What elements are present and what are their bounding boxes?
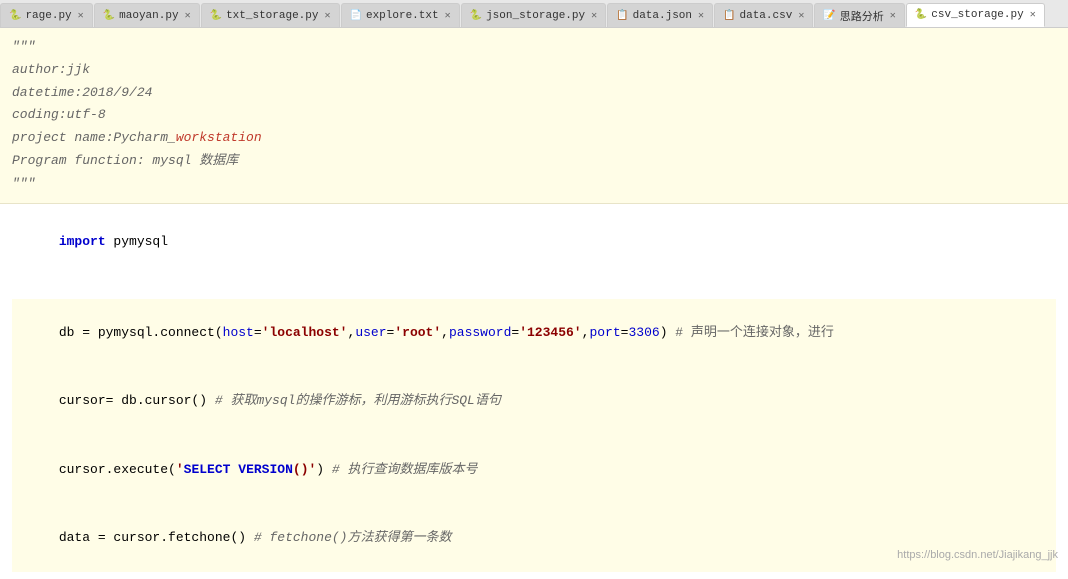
print-version-line: print('Database version',data) bbox=[12, 572, 1056, 579]
tab-data-csv[interactable]: 📋 data.csv ✕ bbox=[714, 3, 813, 27]
comment-function: Program function: mysql 数据库 bbox=[12, 150, 1056, 173]
tab-silu[interactable]: 📝 思路分析 ✕ bbox=[814, 3, 904, 27]
db-connect-line: db = pymysql.connect(host='localhost',us… bbox=[12, 299, 1056, 367]
tab-maoyan-label: maoyan.py bbox=[119, 10, 178, 22]
tab-csv-storage[interactable]: 🐍 csv_storage.py ✕ bbox=[906, 3, 1045, 27]
tab-explore[interactable]: 📄 explore.txt ✕ bbox=[341, 3, 460, 27]
tab-maoyan[interactable]: 🐍 maoyan.py ✕ bbox=[94, 3, 200, 27]
tab-silu-close[interactable]: ✕ bbox=[890, 10, 896, 22]
tab-data-json[interactable]: 📋 data.json ✕ bbox=[607, 3, 713, 27]
fetchone-line: data = cursor.fetchone() # fetchone()方法获… bbox=[12, 504, 1056, 572]
comment-block: """ author:jjk datetime:2018/9/24 coding… bbox=[0, 28, 1068, 204]
execute-select-line: cursor.execute('SELECT VERSION()') # 执行查… bbox=[12, 436, 1056, 504]
tab-rage-icon: 🐍 bbox=[9, 10, 21, 22]
import-line: import pymysql bbox=[12, 208, 1056, 276]
tab-rage-close[interactable]: ✕ bbox=[78, 10, 84, 22]
tab-csv-storage-close[interactable]: ✕ bbox=[1030, 9, 1036, 21]
blank-1 bbox=[12, 277, 1056, 300]
triple-quote-close: """ bbox=[12, 173, 1056, 196]
tab-data-csv-icon: 📋 bbox=[723, 10, 735, 22]
tab-explore-icon: 📄 bbox=[350, 10, 362, 22]
tab-bar: 🐍 rage.py ✕ 🐍 maoyan.py ✕ 🐍 txt_storage.… bbox=[0, 0, 1068, 28]
tab-txt-close[interactable]: ✕ bbox=[324, 10, 330, 22]
comment-datetime: datetime:2018/9/24 bbox=[12, 82, 1056, 105]
tab-maoyan-close[interactable]: ✕ bbox=[185, 10, 191, 22]
tab-silu-icon: 📝 bbox=[823, 10, 835, 22]
tab-explore-label: explore.txt bbox=[366, 10, 439, 22]
comment-author: author:jjk bbox=[12, 59, 1056, 82]
tab-json-close[interactable]: ✕ bbox=[591, 10, 597, 22]
tab-csv-storage-label: csv_storage.py bbox=[931, 9, 1023, 21]
code-area[interactable]: """ author:jjk datetime:2018/9/24 coding… bbox=[0, 28, 1068, 579]
tab-txt-label: txt_storage.py bbox=[226, 10, 318, 22]
tab-rage-label: rage.py bbox=[25, 10, 71, 22]
tab-data-json-close[interactable]: ✕ bbox=[698, 10, 704, 22]
tab-data-json-label: data.json bbox=[633, 10, 692, 22]
tab-csv-storage-icon: 🐍 bbox=[915, 9, 927, 21]
tab-data-json-icon: 📋 bbox=[616, 10, 628, 22]
tab-txt-icon: 🐍 bbox=[210, 10, 222, 22]
tab-txt-storage[interactable]: 🐍 txt_storage.py ✕ bbox=[201, 3, 340, 27]
tab-rage[interactable]: 🐍 rage.py ✕ bbox=[0, 3, 93, 27]
tab-data-csv-label: data.csv bbox=[740, 10, 793, 22]
tab-data-csv-close[interactable]: ✕ bbox=[798, 10, 804, 22]
cursor-line: cursor= db.cursor() # 获取mysql的操作游标，利用游标执… bbox=[12, 368, 1056, 436]
tab-json-icon: 🐍 bbox=[470, 10, 482, 22]
tab-json-label: json_storage.py bbox=[486, 10, 585, 22]
tab-json-storage[interactable]: 🐍 json_storage.py ✕ bbox=[461, 3, 607, 27]
watermark: https://blog.csdn.net/Jiajikang_jjk bbox=[897, 549, 1058, 561]
comment-project: project name:Pycharm_workstation bbox=[12, 127, 1056, 150]
comment-coding: coding:utf-8 bbox=[12, 104, 1056, 127]
tab-maoyan-icon: 🐍 bbox=[103, 10, 115, 22]
triple-quote-open: """ bbox=[12, 36, 1056, 59]
code-section: import pymysql db = pymysql.connect(host… bbox=[0, 204, 1068, 579]
tab-explore-close[interactable]: ✕ bbox=[445, 10, 451, 22]
tab-silu-label: 思路分析 bbox=[840, 8, 884, 24]
